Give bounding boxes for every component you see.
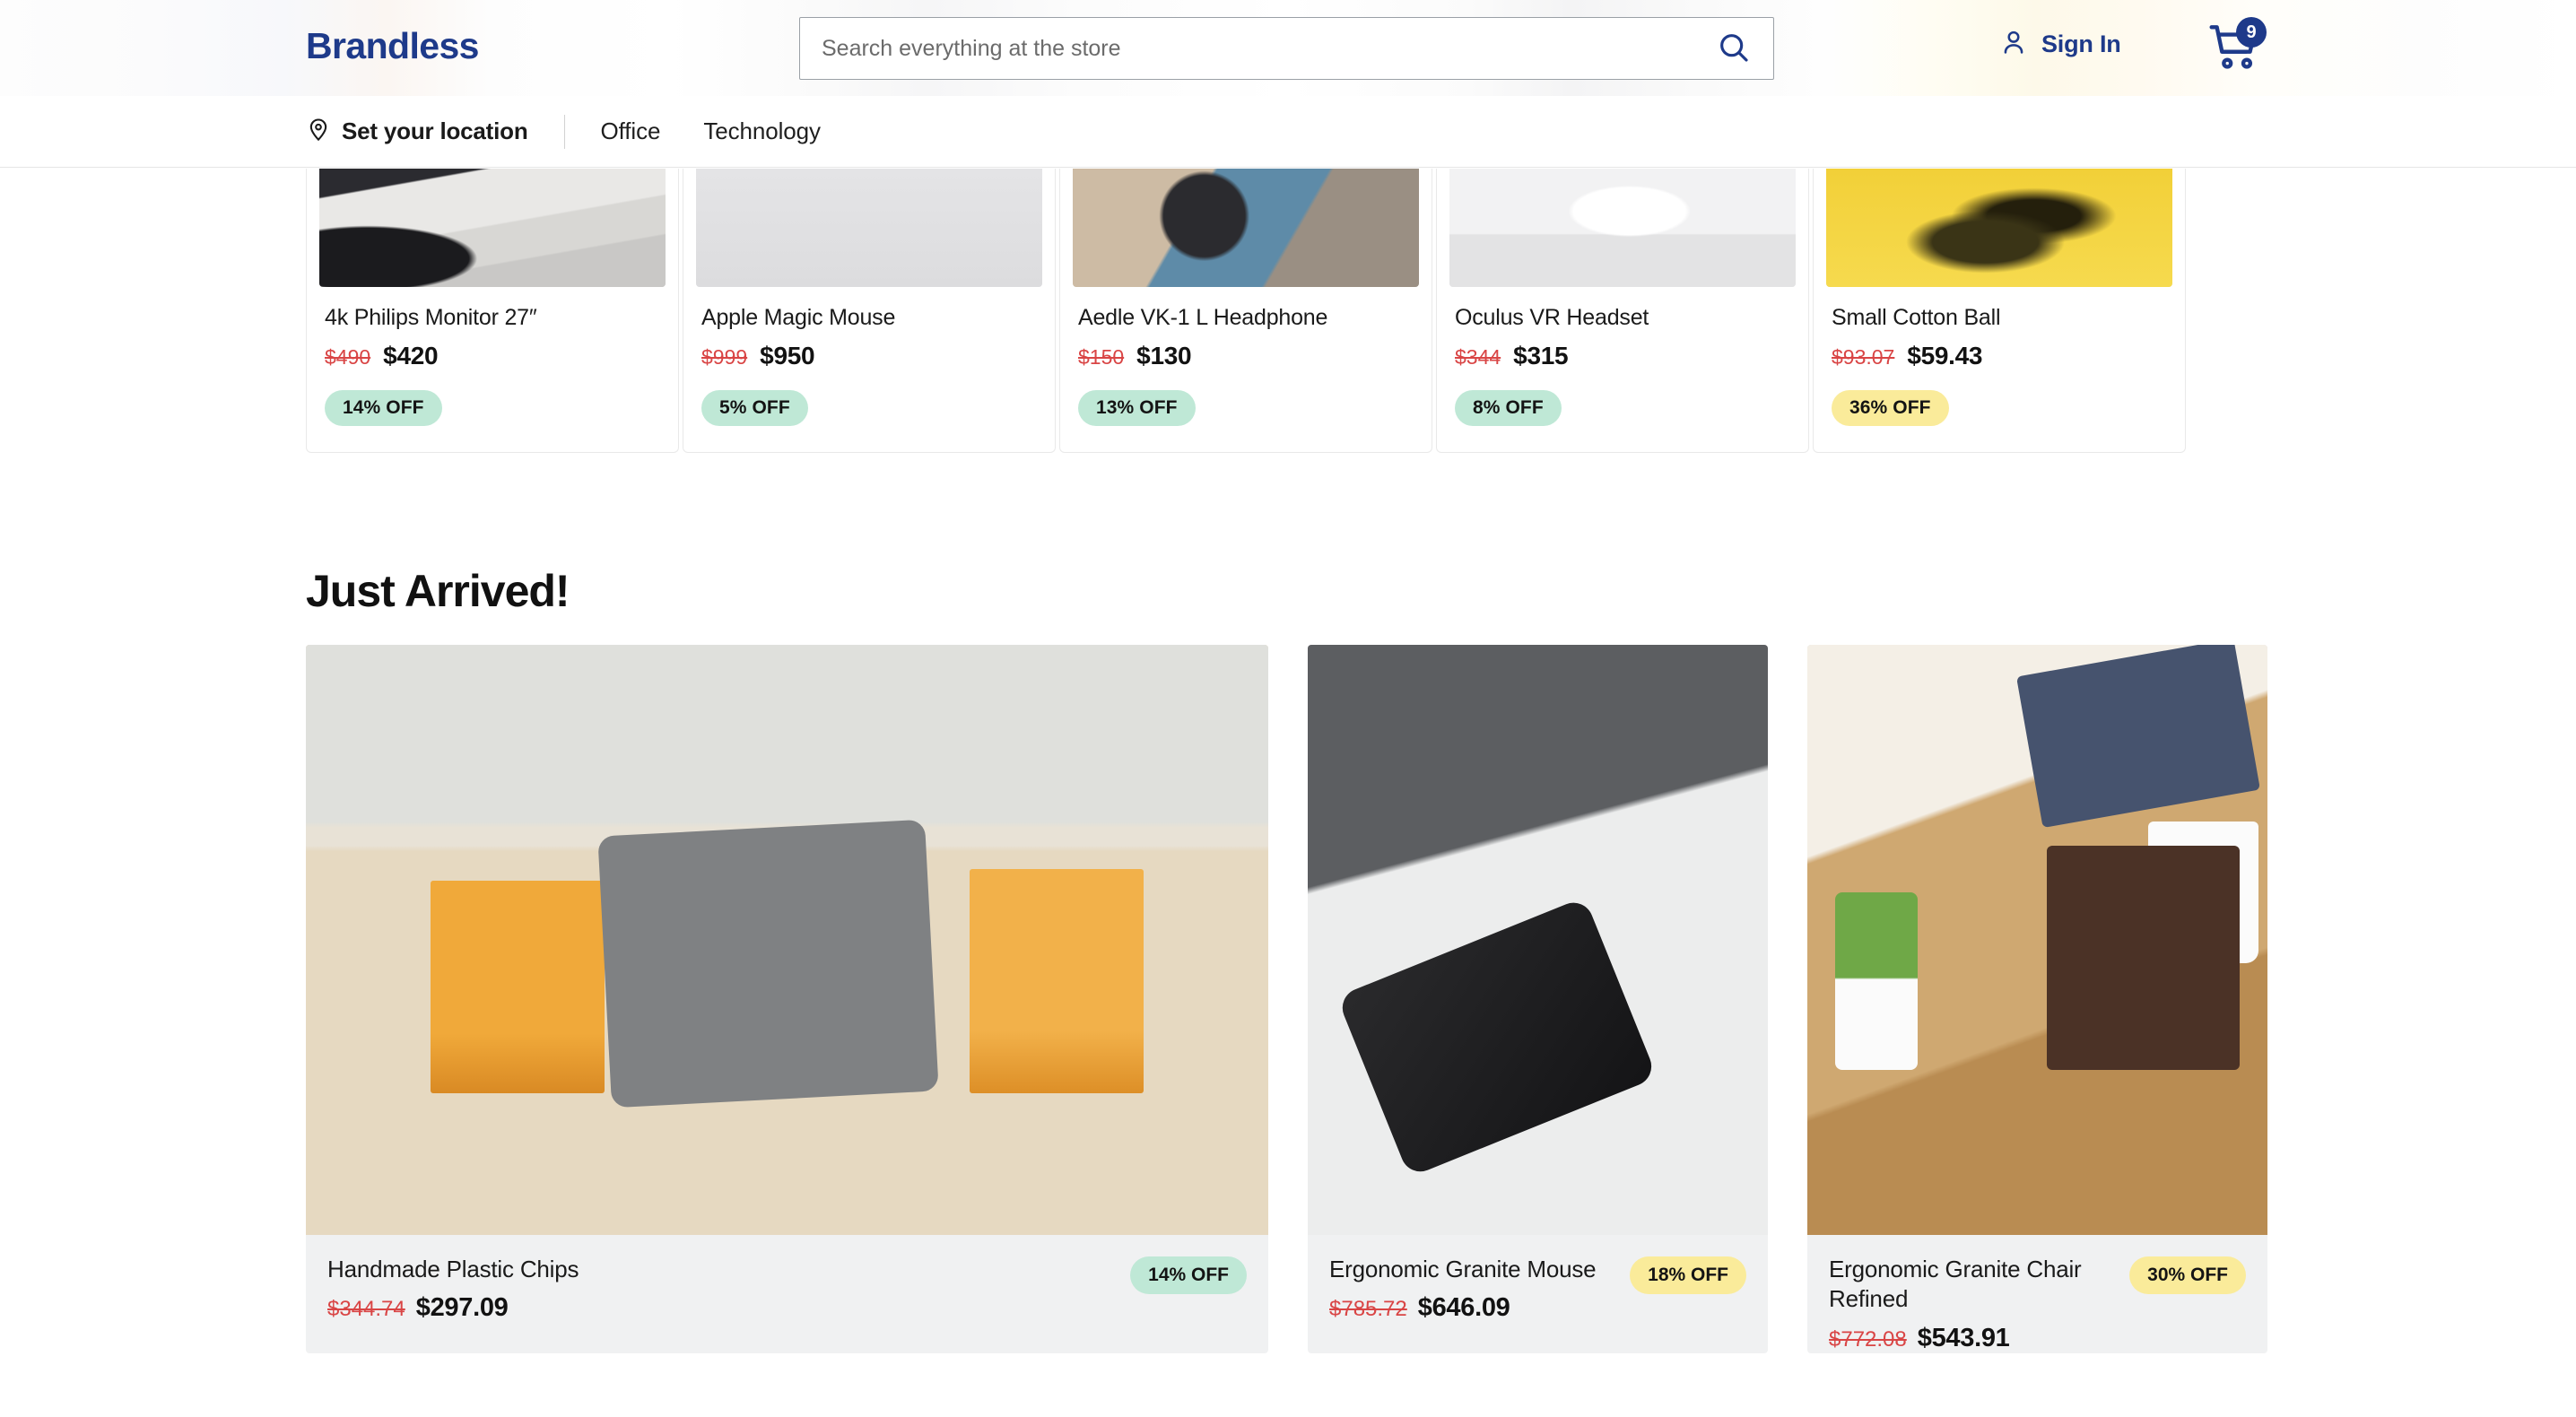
product-price: $785.72 $646.09 [1329, 1293, 1596, 1323]
discount-badge: 14% OFF [1130, 1256, 1247, 1294]
set-location-button[interactable]: Set your location [306, 117, 528, 146]
product-card[interactable]: Ergonomic Granite Mouse $785.72 $646.09 … [1308, 645, 1768, 1353]
product-price: $772.08 $543.91 [1829, 1324, 2115, 1353]
price-current: $297.09 [415, 1293, 509, 1323]
set-location-label: Set your location [342, 117, 528, 144]
price-original: $490 [325, 344, 371, 369]
discount-badge: 8% OFF [1455, 389, 1562, 426]
price-original: $344.74 [327, 1297, 405, 1322]
product-card[interactable]: Oculus VR Headset $344 $315 8% OFF [1436, 169, 1809, 453]
price-current: $420 [383, 341, 439, 369]
discount-badge: 30% OFF [2129, 1256, 2246, 1294]
product-title: Aedle VK-1 L Headphone [1078, 305, 1328, 330]
product-title: 4k Philips Monitor 27″ [325, 305, 537, 330]
price-original: $93.07 [1832, 344, 1895, 369]
price-current: $950 [760, 341, 815, 369]
product-image [1308, 645, 1768, 1235]
product-price: $999 $950 [701, 342, 1037, 370]
product-image [1826, 169, 2172, 287]
search-icon [1716, 30, 1752, 68]
shopping-cart-icon [2206, 25, 2262, 79]
product-price: $150 $130 [1078, 342, 1414, 370]
price-original: $150 [1078, 344, 1125, 369]
product-image [306, 645, 1268, 1235]
brand-logo[interactable]: Brandless [306, 25, 479, 67]
user-icon [1998, 27, 2029, 62]
product-title: Handmade Plastic Chips [327, 1256, 579, 1282]
price-original: $344 [1455, 344, 1501, 369]
nav-link-technology[interactable]: Technology [703, 117, 821, 145]
search-bar[interactable] [799, 17, 1774, 80]
just-arrived-row: Handmade Plastic Chips $344.74 $297.09 1… [306, 645, 2273, 1353]
price-current: $59.43 [1907, 341, 1983, 369]
price-current: $315 [1513, 341, 1569, 369]
price-original: $999 [701, 344, 748, 369]
discount-badge: 18% OFF [1630, 1256, 1746, 1294]
product-image [696, 169, 1042, 287]
discount-badge: 5% OFF [701, 389, 808, 426]
product-card[interactable]: Apple Magic Mouse $999 $950 5% OFF [683, 169, 1056, 453]
product-title: Ergonomic Granite Chair Refined [1829, 1256, 2082, 1313]
product-price: $344 $315 [1455, 342, 1790, 370]
product-title: Apple Magic Mouse [701, 305, 896, 330]
product-card[interactable]: 4k Philips Monitor 27″ $490 $420 14% OFF [306, 169, 679, 453]
discount-badge: 13% OFF [1078, 389, 1196, 426]
price-original: $785.72 [1329, 1297, 1407, 1322]
product-title: Small Cotton Ball [1832, 305, 2001, 330]
site-header: Brandless Sign In [0, 0, 2576, 96]
section-title-just-arrived: Just Arrived! [306, 566, 570, 616]
sign-in-label: Sign In [2041, 30, 2121, 57]
discount-badge: 36% OFF [1832, 389, 1949, 426]
cart-count-badge: 9 [2236, 17, 2267, 48]
price-current: $543.91 [1917, 1323, 2010, 1352]
product-title: Oculus VR Headset [1455, 305, 1649, 330]
cart-button[interactable]: 9 [2206, 17, 2267, 75]
storefront-page: Brandless Sign In [0, 0, 2576, 1417]
nav-link-office[interactable]: Office [601, 117, 661, 145]
product-title: Ergonomic Granite Mouse [1329, 1256, 1597, 1282]
product-price: $344.74 $297.09 [327, 1293, 579, 1323]
product-price: $93.07 $59.43 [1832, 342, 2167, 370]
product-price: $490 $420 [325, 342, 660, 370]
product-card[interactable]: Ergonomic Granite Chair Refined $772.08 … [1807, 645, 2267, 1353]
nav-divider [563, 114, 565, 149]
search-submit-button[interactable] [1694, 18, 1773, 79]
price-original: $772.08 [1829, 1326, 1907, 1352]
product-card[interactable]: Handmade Plastic Chips $344.74 $297.09 1… [306, 645, 1268, 1353]
product-image [1449, 169, 1796, 287]
discount-badge: 14% OFF [325, 389, 442, 426]
price-current: $646.09 [1417, 1293, 1510, 1323]
deals-product-row: 4k Philips Monitor 27″ $490 $420 14% OFF… [306, 169, 2272, 453]
sign-in-button[interactable]: Sign In [1998, 27, 2121, 62]
product-card[interactable]: Small Cotton Ball $93.07 $59.43 36% OFF [1813, 169, 2186, 453]
price-current: $130 [1136, 341, 1192, 369]
product-image [1073, 169, 1419, 287]
map-pin-icon [306, 117, 331, 146]
product-image [1807, 645, 2267, 1235]
product-card[interactable]: Aedle VK-1 L Headphone $150 $130 13% OFF [1059, 169, 1432, 453]
search-input[interactable] [800, 18, 1694, 79]
product-image [319, 169, 666, 287]
secondary-nav: Set your location Office Technology [0, 96, 2576, 168]
